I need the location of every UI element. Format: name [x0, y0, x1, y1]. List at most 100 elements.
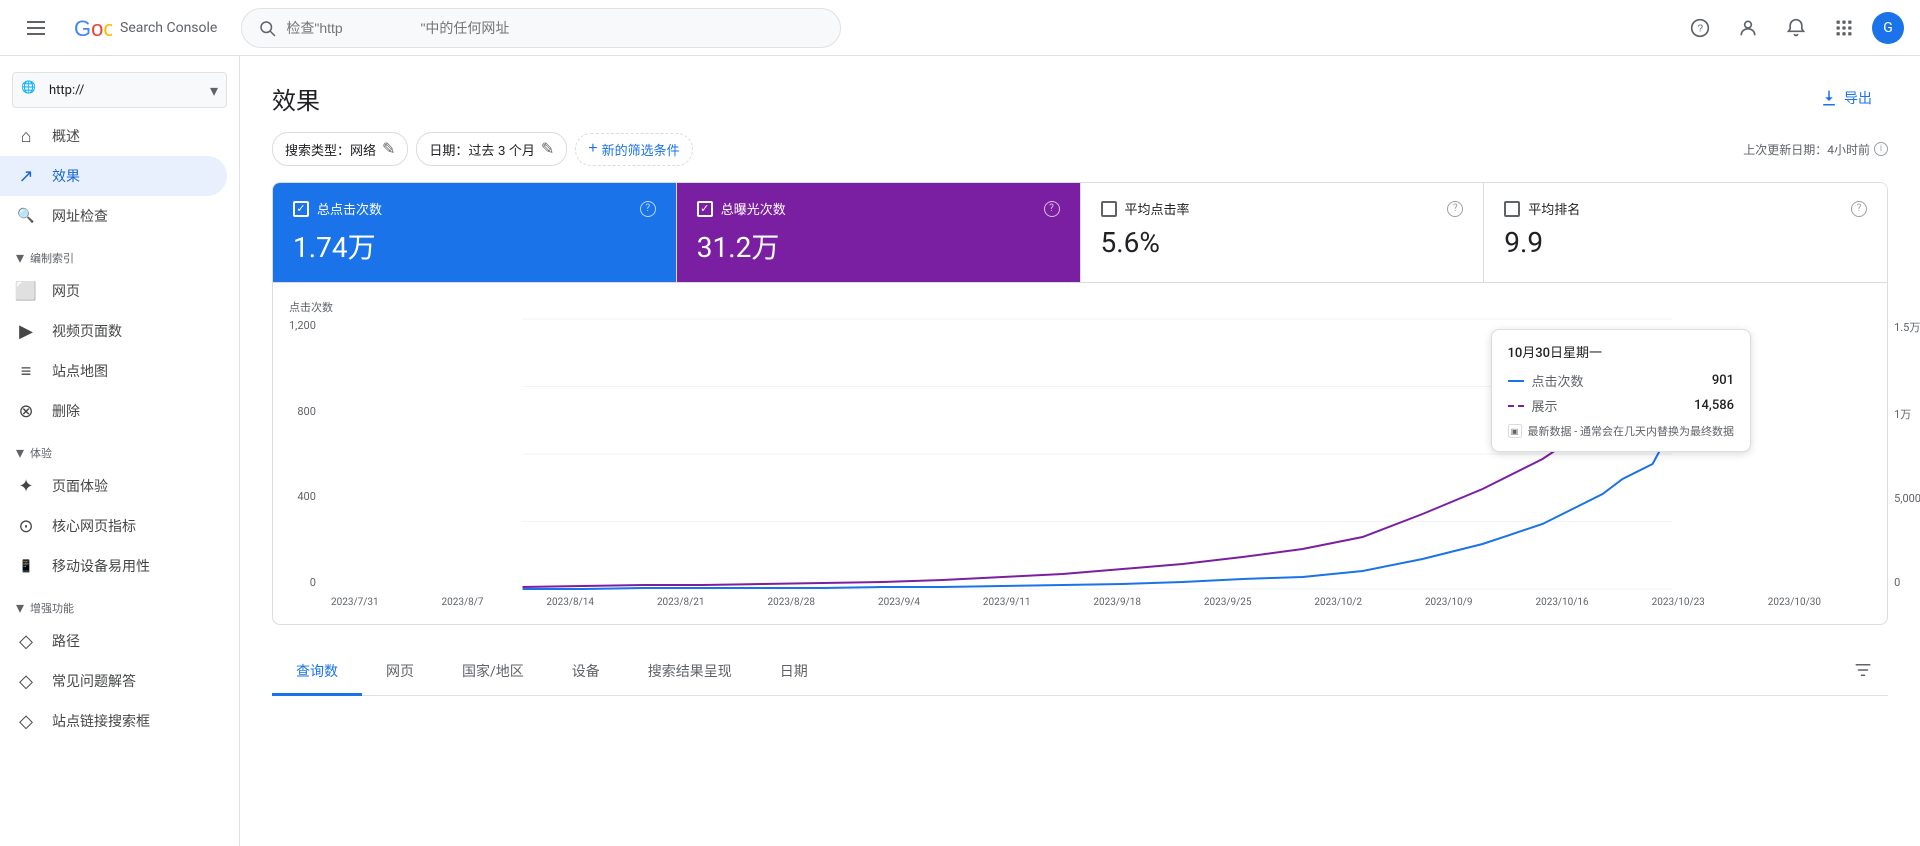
position-checkbox[interactable]: [1504, 201, 1520, 217]
tooltip-clicks-row: 点击次数 901: [1508, 371, 1735, 390]
metric-card-clicks[interactable]: 总点击次数 ? 1.74万: [273, 183, 677, 282]
add-icon: +: [588, 140, 597, 158]
sidebar-item-video[interactable]: ▶ 视频页面数: [0, 311, 239, 351]
tooltip-impressions-key: 展示: [1532, 396, 1687, 415]
sitemap-icon: ≡: [16, 361, 36, 381]
sidebar-item-faq[interactable]: ◇ 常见问题解答: [0, 661, 239, 701]
accounts-button[interactable]: [1728, 8, 1768, 48]
metric-card-position[interactable]: 平均排名 ? 9.9: [1484, 183, 1887, 282]
sidebar-item-sitelinks-label: 站点链接搜索框: [52, 711, 150, 731]
export-button[interactable]: 导出: [1804, 80, 1888, 116]
tab-pages[interactable]: 网页: [362, 649, 438, 696]
menu-button[interactable]: [16, 8, 56, 48]
x-label-4: 2023/8/28: [767, 597, 815, 608]
home-icon: ⌂: [16, 126, 36, 146]
sidebar-item-cwv-label: 核心网页指标: [52, 516, 136, 536]
table-filter-button[interactable]: [1838, 653, 1888, 691]
mobile-icon: 📱: [16, 556, 36, 576]
sidebar-item-sitemap[interactable]: ≡ 站点地图: [0, 351, 239, 391]
cwv-icon: ⊙: [16, 516, 36, 536]
tab-dates[interactable]: 日期: [756, 649, 832, 696]
sidebar-item-url-inspection-label: 网址检查: [52, 206, 108, 226]
date-range-filter[interactable]: 日期：过去 3 个月 ✎: [416, 132, 567, 166]
x-label-9: 2023/10/2: [1314, 597, 1362, 608]
y-right-tick-5k: 5,000: [1894, 492, 1920, 505]
x-label-11: 2023/10/16: [1535, 597, 1588, 608]
y-right-tick-10k: 1万: [1894, 406, 1920, 422]
tab-devices[interactable]: 设备: [548, 649, 624, 696]
date-range-edit-icon: ✎: [541, 139, 554, 159]
y-right-tick-0: 0: [1894, 576, 1920, 589]
tooltip-clicks-val: 901: [1712, 373, 1734, 388]
notifications-button[interactable]: [1776, 8, 1816, 48]
sidebar-item-mobile[interactable]: 📱 移动设备易用性: [0, 546, 239, 586]
search-input[interactable]: [286, 20, 824, 36]
tab-search-appearance[interactable]: 搜索结果呈现: [624, 649, 756, 696]
chart-x-axis: 2023/7/31 2023/8/7 2023/8/14 2023/8/21 2…: [289, 593, 1821, 608]
x-label-2: 2023/8/14: [546, 597, 594, 608]
sidebar-item-removals[interactable]: ⊗ 删除: [0, 391, 239, 431]
impressions-help-icon[interactable]: ?: [1044, 201, 1060, 217]
clicks-label: 总点击次数: [317, 199, 382, 218]
sidebar-item-web[interactable]: ⬜ 网页: [0, 271, 239, 311]
y-tick-0: 0: [310, 576, 316, 589]
metric-card-impressions[interactable]: 总曝光次数 ? 31.2万: [677, 183, 1081, 282]
tooltip-clicks-key: 点击次数: [1532, 371, 1704, 390]
add-filter-button[interactable]: + 新的筛选条件: [575, 133, 692, 166]
sidebar-item-breadcrumbs[interactable]: ◇ 路径: [0, 621, 239, 661]
sidebar-item-page-exp[interactable]: ✦ 页面体验: [0, 466, 239, 506]
last-updated-info-icon: i: [1874, 142, 1888, 156]
tooltip-note: ▣ 最新数据 - 通常会在几天内替换为最终数据: [1508, 423, 1735, 439]
help-button[interactable]: ?: [1680, 8, 1720, 48]
search-type-filter[interactable]: 搜索类型：网络 ✎: [272, 132, 408, 166]
tooltip-impressions-dash: [1508, 405, 1524, 407]
x-label-10: 2023/10/9: [1425, 597, 1473, 608]
x-label-8: 2023/9/25: [1204, 597, 1252, 608]
avatar[interactable]: G: [1872, 12, 1904, 44]
sidebar-item-web-label: 网页: [52, 281, 80, 301]
tooltip-impressions-row: 展示 14,586: [1508, 396, 1735, 415]
main-content: 效果 导出 搜索类型：网络 ✎ 日期：过去 3 个月 ✎ + 新的筛选条件 上次…: [240, 56, 1920, 846]
main-layout: 🌐 http:// ▾ ⌂ 概述 ↗ 效果 🔍 网址检查 ▾ 编制索引 ⬜ 网页…: [0, 56, 1920, 846]
sidebar-item-sitelinks[interactable]: ◇ 站点链接搜索框: [0, 701, 239, 741]
top-nav: Google Search Console ? G: [0, 0, 1920, 56]
chart-y-axis-right: 1.5万 1万 5,000 0: [1894, 319, 1920, 589]
sidebar-item-url-inspection[interactable]: 🔍 网址检查: [0, 196, 239, 236]
ctr-help-icon[interactable]: ?: [1447, 201, 1463, 217]
sidebar-item-breadcrumbs-label: 路径: [52, 631, 80, 651]
sidebar-item-cwv[interactable]: ⊙ 核心网页指标: [0, 506, 239, 546]
breadcrumbs-icon: ◇: [16, 631, 36, 651]
sidebar-item-performance[interactable]: ↗ 效果: [0, 156, 227, 196]
sidebar-item-faq-label: 常见问题解答: [52, 671, 136, 691]
y-tick-400: 400: [297, 490, 316, 503]
filter-bar: 搜索类型：网络 ✎ 日期：过去 3 个月 ✎ + 新的筛选条件 上次更新日期：4…: [272, 132, 1888, 166]
position-help-icon[interactable]: ?: [1851, 201, 1867, 217]
sidebar-item-video-label: 视频页面数: [52, 321, 122, 341]
tab-countries[interactable]: 国家/地区: [438, 649, 548, 696]
page-exp-icon: ✦: [16, 476, 36, 496]
x-label-6: 2023/9/11: [983, 597, 1031, 608]
sidebar-section-experience[interactable]: ▾ 体验: [0, 431, 239, 466]
impressions-checkbox[interactable]: [697, 201, 713, 217]
sidebar-section-indexing[interactable]: ▾ 编制索引: [0, 236, 239, 271]
property-selector[interactable]: 🌐 http:// ▾: [12, 72, 227, 108]
clicks-checkbox[interactable]: [293, 201, 309, 217]
ctr-checkbox[interactable]: [1101, 201, 1117, 217]
page-title: 效果: [272, 81, 320, 116]
property-dropdown-icon: ▾: [210, 81, 218, 100]
clicks-help-icon[interactable]: ?: [640, 201, 656, 217]
tabs-bar: 查询数 网页 国家/地区 设备 搜索结果呈现 日期: [272, 649, 1888, 696]
chart-y-label: 点击次数: [289, 299, 1871, 315]
metric-card-ctr[interactable]: 平均点击率 ? 5.6%: [1081, 183, 1485, 282]
last-updated: 上次更新日期：4小时前 i: [1743, 141, 1888, 158]
apps-button[interactable]: [1824, 8, 1864, 48]
property-icon: 🌐: [21, 80, 41, 100]
tab-queries[interactable]: 查询数: [272, 649, 362, 696]
web-icon: ⬜: [16, 281, 36, 301]
last-updated-text: 上次更新日期：4小时前: [1743, 141, 1870, 158]
sidebar-item-overview[interactable]: ⌂ 概述: [0, 116, 239, 156]
sidebar-section-enhancements[interactable]: ▾ 增强功能: [0, 586, 239, 621]
search-bar[interactable]: [241, 8, 841, 48]
filter-icon: [1854, 661, 1872, 679]
export-icon: [1820, 89, 1838, 107]
